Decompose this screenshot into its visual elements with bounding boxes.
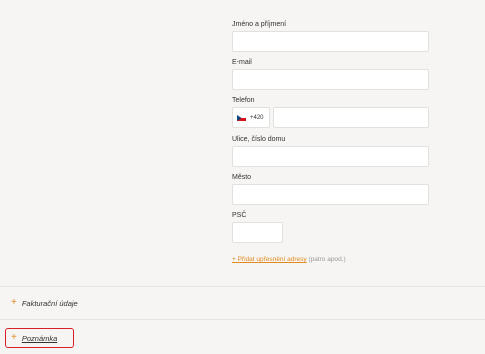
phone-prefix-select[interactable]: +420 bbox=[232, 107, 270, 128]
street-input[interactable] bbox=[232, 146, 429, 167]
add-address-detail-link[interactable]: + Přidat upřesnění adresy bbox=[232, 256, 307, 263]
note-section-toggle[interactable]: + Poznámka bbox=[11, 333, 57, 343]
billing-section-toggle[interactable]: + Fakturační údaje bbox=[11, 298, 78, 308]
zip-input[interactable] bbox=[232, 222, 283, 243]
email-label: E-mail bbox=[232, 59, 252, 66]
phone-input[interactable] bbox=[273, 107, 429, 128]
billing-section-label: Fakturační údaje bbox=[21, 298, 78, 308]
plus-icon: + bbox=[11, 332, 17, 343]
city-label: Město bbox=[232, 174, 252, 181]
address-detail-note: (patro apod.) bbox=[308, 256, 346, 263]
name-label: Jméno a příjmení bbox=[232, 21, 287, 28]
divider bbox=[0, 286, 485, 287]
address-detail-row: + Přidat upřesnění adresy (patro apod.) bbox=[232, 256, 346, 263]
name-input[interactable] bbox=[232, 31, 429, 52]
street-label: Ulice, číslo domu bbox=[232, 136, 286, 143]
plus-icon: + bbox=[11, 297, 17, 308]
city-input[interactable] bbox=[232, 184, 429, 205]
phone-label: Telefon bbox=[232, 97, 255, 104]
note-section-label: Poznámka bbox=[21, 333, 58, 343]
cz-flag-icon bbox=[237, 114, 246, 121]
phone-prefix-code: +420 bbox=[250, 114, 264, 121]
divider bbox=[0, 319, 485, 320]
email-input[interactable] bbox=[232, 69, 429, 90]
zip-label: PSČ bbox=[232, 212, 247, 219]
